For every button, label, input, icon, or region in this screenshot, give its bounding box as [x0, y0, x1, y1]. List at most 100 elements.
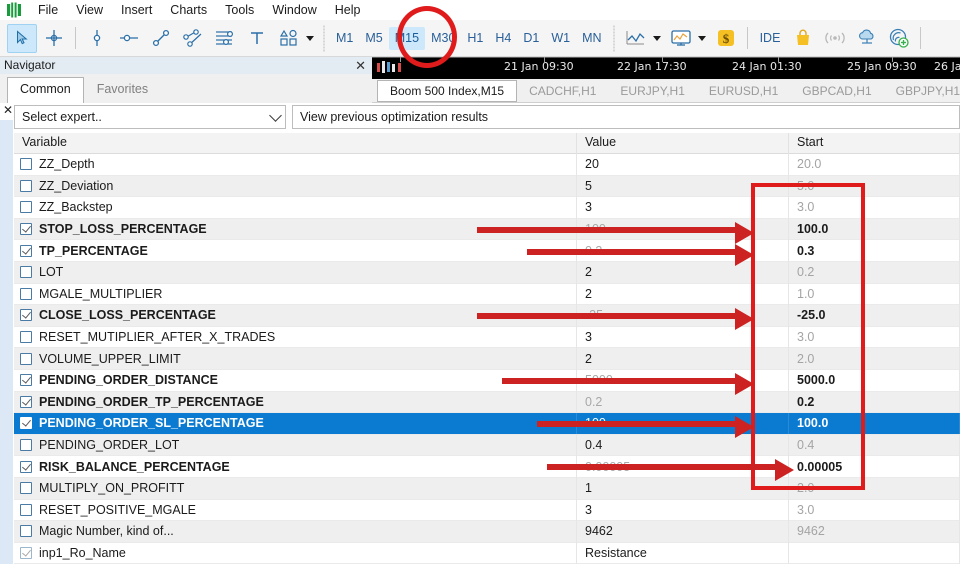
- cell-value[interactable]: 2: [577, 283, 789, 305]
- optimize-checkbox[interactable]: [20, 266, 32, 279]
- cell-start[interactable]: 9462: [789, 520, 960, 543]
- table-row[interactable]: PENDING_ORDER_SL_PERCENTAGE 100 100.0: [14, 412, 960, 435]
- table-row[interactable]: ZZ_Backstep 3 3.0: [14, 196, 960, 219]
- cell-start[interactable]: 0.3: [789, 239, 960, 262]
- cell-start[interactable]: 3.0: [789, 196, 960, 219]
- trendline-icon[interactable]: [146, 24, 176, 53]
- optimize-checkbox[interactable]: [20, 439, 32, 452]
- optimize-checkbox[interactable]: [20, 374, 32, 387]
- chevron-down-icon[interactable]: [269, 108, 282, 122]
- chart-tab-eurjpy[interactable]: EURJPY,H1: [608, 80, 696, 102]
- cell-value[interactable]: 3: [577, 326, 789, 348]
- column-header-value[interactable]: Value: [577, 133, 789, 154]
- chart-tab-cadchf[interactable]: CADCHF,H1: [517, 80, 608, 102]
- table-row[interactable]: RESET_MUTIPLIER_AFTER_X_TRADES 3 3.0: [14, 326, 960, 349]
- optimize-checkbox[interactable]: [20, 201, 32, 214]
- table-row[interactable]: PENDING_ORDER_TP_PERCENTAGE 0.2 0.2: [14, 391, 960, 414]
- cursor-icon[interactable]: [7, 23, 37, 53]
- cell-value[interactable]: 2: [577, 261, 789, 284]
- optimize-checkbox[interactable]: [20, 179, 32, 192]
- timeframe-h1[interactable]: H1: [461, 27, 489, 50]
- cell-value[interactable]: 20: [577, 153, 789, 176]
- shapes-icon[interactable]: [274, 24, 304, 53]
- chart-tab-eurusd[interactable]: EURUSD,H1: [697, 80, 790, 102]
- cell-value[interactable]: 0.00005: [577, 455, 789, 478]
- optimize-checkbox[interactable]: [20, 331, 32, 344]
- chart-template-icon[interactable]: [666, 24, 696, 53]
- chart-tab-boom500[interactable]: Boom 500 Index,M15: [377, 79, 518, 102]
- table-row[interactable]: STOP_LOSS_PERCENTAGE 100 100.0: [14, 218, 960, 241]
- cell-start[interactable]: 100.0: [789, 218, 960, 240]
- cell-value[interactable]: 0.3: [577, 239, 789, 262]
- chart-type-dropdown-icon[interactable]: [652, 35, 661, 41]
- dollar-icon[interactable]: $: [711, 24, 741, 53]
- text-icon[interactable]: [242, 24, 272, 53]
- table-row[interactable]: ZZ_Depth 20 20.0: [14, 153, 960, 176]
- cell-start[interactable]: 3.0: [789, 499, 960, 521]
- timeframe-d1[interactable]: D1: [517, 27, 545, 50]
- column-header-variable[interactable]: Variable: [14, 133, 577, 154]
- optimize-checkbox[interactable]: [20, 460, 32, 473]
- menu-help[interactable]: Help: [326, 0, 370, 20]
- optimize-checkbox[interactable]: [20, 525, 32, 538]
- optimize-checkbox[interactable]: [20, 223, 32, 236]
- cell-start[interactable]: 2.0: [789, 347, 960, 370]
- timeframe-mn[interactable]: MN: [576, 27, 607, 50]
- column-header-start[interactable]: Start: [789, 133, 960, 154]
- cell-value[interactable]: 100: [577, 218, 789, 240]
- table-row[interactable]: PENDING_ORDER_LOT 0.4 0.4: [14, 434, 960, 457]
- optimize-checkbox[interactable]: [20, 417, 32, 430]
- table-row[interactable]: LOT 2 0.2: [14, 261, 960, 284]
- cell-start[interactable]: 100.0: [789, 412, 960, 435]
- chart-tab-gbpcad[interactable]: GBPCAD,H1: [790, 80, 883, 102]
- cell-start[interactable]: 5000.0: [789, 369, 960, 392]
- navigator-close-icon[interactable]: ✕: [355, 58, 366, 73]
- optimize-checkbox[interactable]: [20, 482, 32, 495]
- bar-chart-icon[interactable]: [82, 24, 112, 53]
- timeframe-m15[interactable]: M15: [388, 26, 426, 50]
- cell-start[interactable]: 2.0: [789, 477, 960, 499]
- table-row[interactable]: CLOSE_LOSS_PERCENTAGE -25 -25.0: [14, 304, 960, 327]
- navigator-tab-common[interactable]: Common: [7, 77, 84, 104]
- optimize-checkbox[interactable]: [20, 546, 32, 559]
- line-chart-icon[interactable]: [621, 24, 651, 53]
- cell-value[interactable]: 3: [577, 499, 789, 521]
- cell-value[interactable]: 100: [577, 412, 789, 435]
- tester-close-icon[interactable]: ✕: [3, 104, 13, 116]
- cell-start[interactable]: 0.2: [789, 261, 960, 284]
- cell-value[interactable]: 5: [577, 175, 789, 197]
- cell-start[interactable]: 1.0: [789, 283, 960, 305]
- menu-charts[interactable]: Charts: [161, 0, 216, 20]
- navigator-tab-favorites[interactable]: Favorites: [84, 78, 161, 102]
- timeframe-m1[interactable]: M1: [330, 27, 359, 50]
- optimize-checkbox[interactable]: [20, 395, 32, 408]
- menu-tools[interactable]: Tools: [216, 0, 263, 20]
- table-row[interactable]: ZZ_Deviation 5 5.0: [14, 175, 960, 198]
- timeframe-w1[interactable]: W1: [545, 27, 576, 50]
- cloud-vps-icon[interactable]: [852, 24, 882, 53]
- cell-value[interactable]: Resistance: [577, 542, 789, 564]
- signals-icon[interactable]: [820, 24, 850, 53]
- timeframe-m30[interactable]: M30: [425, 27, 461, 50]
- cell-start[interactable]: [789, 542, 960, 564]
- cell-value[interactable]: 3: [577, 196, 789, 219]
- table-row[interactable]: MGALE_MULTIPLIER 2 1.0: [14, 283, 960, 306]
- table-row[interactable]: RISK_BALANCE_PERCENTAGE 0.00005 0.00005: [14, 455, 960, 478]
- table-row[interactable]: MULTIPLY_ON_PROFITT 1 2.0: [14, 477, 960, 500]
- view-previous-results-field[interactable]: View previous optimization results: [292, 105, 960, 129]
- table-row[interactable]: PENDING_ORDER_DISTANCE 5000 5000.0: [14, 369, 960, 392]
- optimize-checkbox[interactable]: [20, 158, 32, 171]
- fibonacci-icon[interactable]: [210, 24, 240, 53]
- cell-start[interactable]: 0.4: [789, 434, 960, 456]
- shopping-bag-icon[interactable]: [788, 24, 818, 53]
- tester-settings-tab[interactable]: [0, 120, 13, 564]
- menu-window[interactable]: Window: [263, 0, 325, 20]
- optimize-checkbox[interactable]: [20, 352, 32, 365]
- table-row[interactable]: TP_PERCENTAGE 0.3 0.3: [14, 239, 960, 262]
- shapes-dropdown-icon[interactable]: [306, 35, 314, 41]
- cell-start[interactable]: 5.0: [789, 175, 960, 197]
- table-row[interactable]: Magic Number, kind of... 9462 9462: [14, 520, 960, 543]
- timeframe-m5[interactable]: M5: [359, 27, 388, 50]
- optimize-checkbox[interactable]: [20, 287, 32, 300]
- table-row[interactable]: inp1_Ro_Name Resistance: [14, 542, 960, 564]
